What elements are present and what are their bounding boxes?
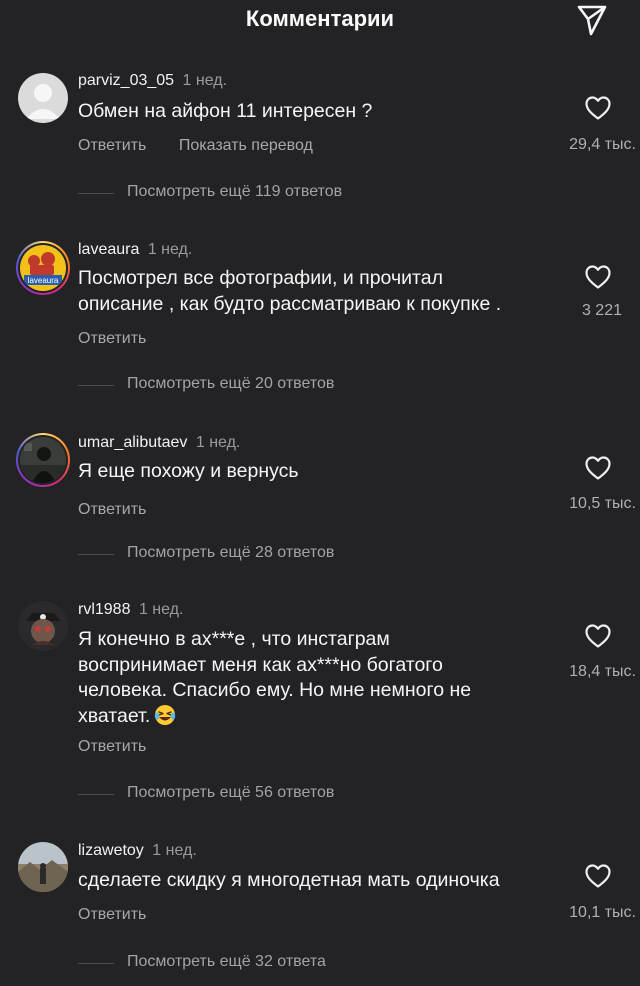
avatar[interactable]	[18, 842, 68, 892]
comment-time: 1 нед.	[182, 72, 228, 89]
username[interactable]: umar_alibutaev	[78, 434, 187, 451]
laughing-tears-emoji	[154, 704, 176, 726]
reply-button[interactable]: Ответить	[78, 330, 146, 347]
comment-meta: umar_alibutaev 1 нед.	[78, 434, 240, 452]
comment-text-line: Я конечно в ах***е , что инстаграм	[78, 628, 390, 650]
comment-text-line: хватает.	[78, 704, 151, 727]
heart-outline-icon[interactable]	[584, 863, 612, 889]
view-replies-label: Посмотреть ещё 119 ответов	[127, 183, 343, 200]
reply-button[interactable]: Ответить	[78, 906, 146, 923]
comment-time: 1 нед.	[152, 842, 197, 859]
comment-text: Я конечно в ах***е , что инстаграм воспр…	[78, 627, 568, 729]
comment-actions: Ответить	[78, 738, 174, 756]
avatar[interactable]	[16, 433, 70, 487]
reply-button[interactable]: Ответить	[78, 501, 146, 518]
reply-button[interactable]: Ответить	[78, 137, 146, 154]
comment-meta: laveaura 1 нед.	[78, 241, 192, 259]
comment-text-line: Посмотрел все фотографии, и прочитал	[78, 267, 443, 289]
view-replies-label: Посмотреть ещё 20 ответов	[127, 375, 335, 392]
comment-actions: Ответить Показать перевод	[78, 137, 341, 155]
replies-divider	[78, 554, 114, 555]
heart-outline-icon[interactable]	[584, 455, 612, 481]
heart-outline-icon[interactable]	[584, 623, 612, 649]
comment-text: Обмен на айфон 11 интересен ?	[78, 100, 373, 122]
comment-time: 1 нед.	[147, 241, 193, 258]
like-count: 18,4 тыс.	[569, 663, 636, 680]
paper-plane-icon[interactable]	[574, 3, 610, 37]
comment-meta: lizawetoy 1 нед.	[78, 842, 197, 860]
page-title: Комментарии	[245, 6, 395, 31]
avatar-logo-text: laveaura	[28, 276, 59, 285]
comment-actions: Ответить	[78, 330, 174, 348]
comment-text: сделаете скидку я многодетная мать одино…	[78, 869, 500, 891]
view-replies-label: Посмотреть ещё 56 ответов	[127, 784, 335, 801]
comment-meta: parviz_03_05 1 нед.	[78, 72, 227, 90]
username[interactable]: parviz_03_05	[78, 72, 174, 89]
comment-text: Посмотрел все фотографии, и прочитал опи…	[78, 266, 558, 317]
like-count: 10,5 тыс.	[569, 495, 636, 512]
avatar[interactable]: laveaura	[16, 241, 70, 295]
comment-text-line: описание , как будто рассматриваю к поку…	[78, 292, 502, 315]
username[interactable]: laveaura	[78, 241, 139, 258]
comment-text: Я еще похожу и вернусь	[78, 460, 299, 482]
comment-meta: rvl1988 1 нед.	[78, 601, 183, 619]
username[interactable]: lizawetoy	[78, 842, 144, 859]
replies-divider	[78, 794, 114, 795]
avatar[interactable]	[18, 73, 68, 123]
like-count: 10,1 тыс.	[569, 904, 636, 921]
view-replies-label: Посмотреть ещё 32 ответа	[127, 953, 326, 970]
comment-text-line: человека. Спасибо ему. Но мне немного не	[78, 679, 472, 701]
comments-screen: Комментарии parviz_03_05 1 нед. Обмен на…	[0, 0, 640, 986]
like-count: 3 221	[581, 302, 622, 319]
comment-actions: Ответить	[78, 906, 174, 924]
comment-time: 1 нед.	[138, 601, 184, 618]
reply-button[interactable]: Ответить	[78, 738, 146, 755]
view-replies-label: Посмотреть ещё 28 ответов	[127, 544, 335, 561]
replies-divider	[78, 385, 114, 386]
heart-outline-icon[interactable]	[584, 95, 612, 121]
comment-text-line-last: хватает.	[78, 704, 568, 730]
replies-divider	[78, 193, 114, 194]
like-count: 29,4 тыс.	[569, 136, 636, 153]
translate-button[interactable]: Показать перевод	[179, 137, 313, 154]
username[interactable]: rvl1988	[78, 601, 130, 618]
avatar[interactable]	[18, 601, 68, 651]
comment-actions: Ответить	[78, 501, 174, 519]
replies-divider	[78, 963, 114, 964]
comment-time: 1 нед.	[195, 434, 241, 451]
comment-text-line: воспринимает меня как ах***но богатого	[78, 653, 443, 676]
heart-outline-icon[interactable]	[584, 264, 612, 290]
header: Комментарии	[0, 0, 640, 44]
